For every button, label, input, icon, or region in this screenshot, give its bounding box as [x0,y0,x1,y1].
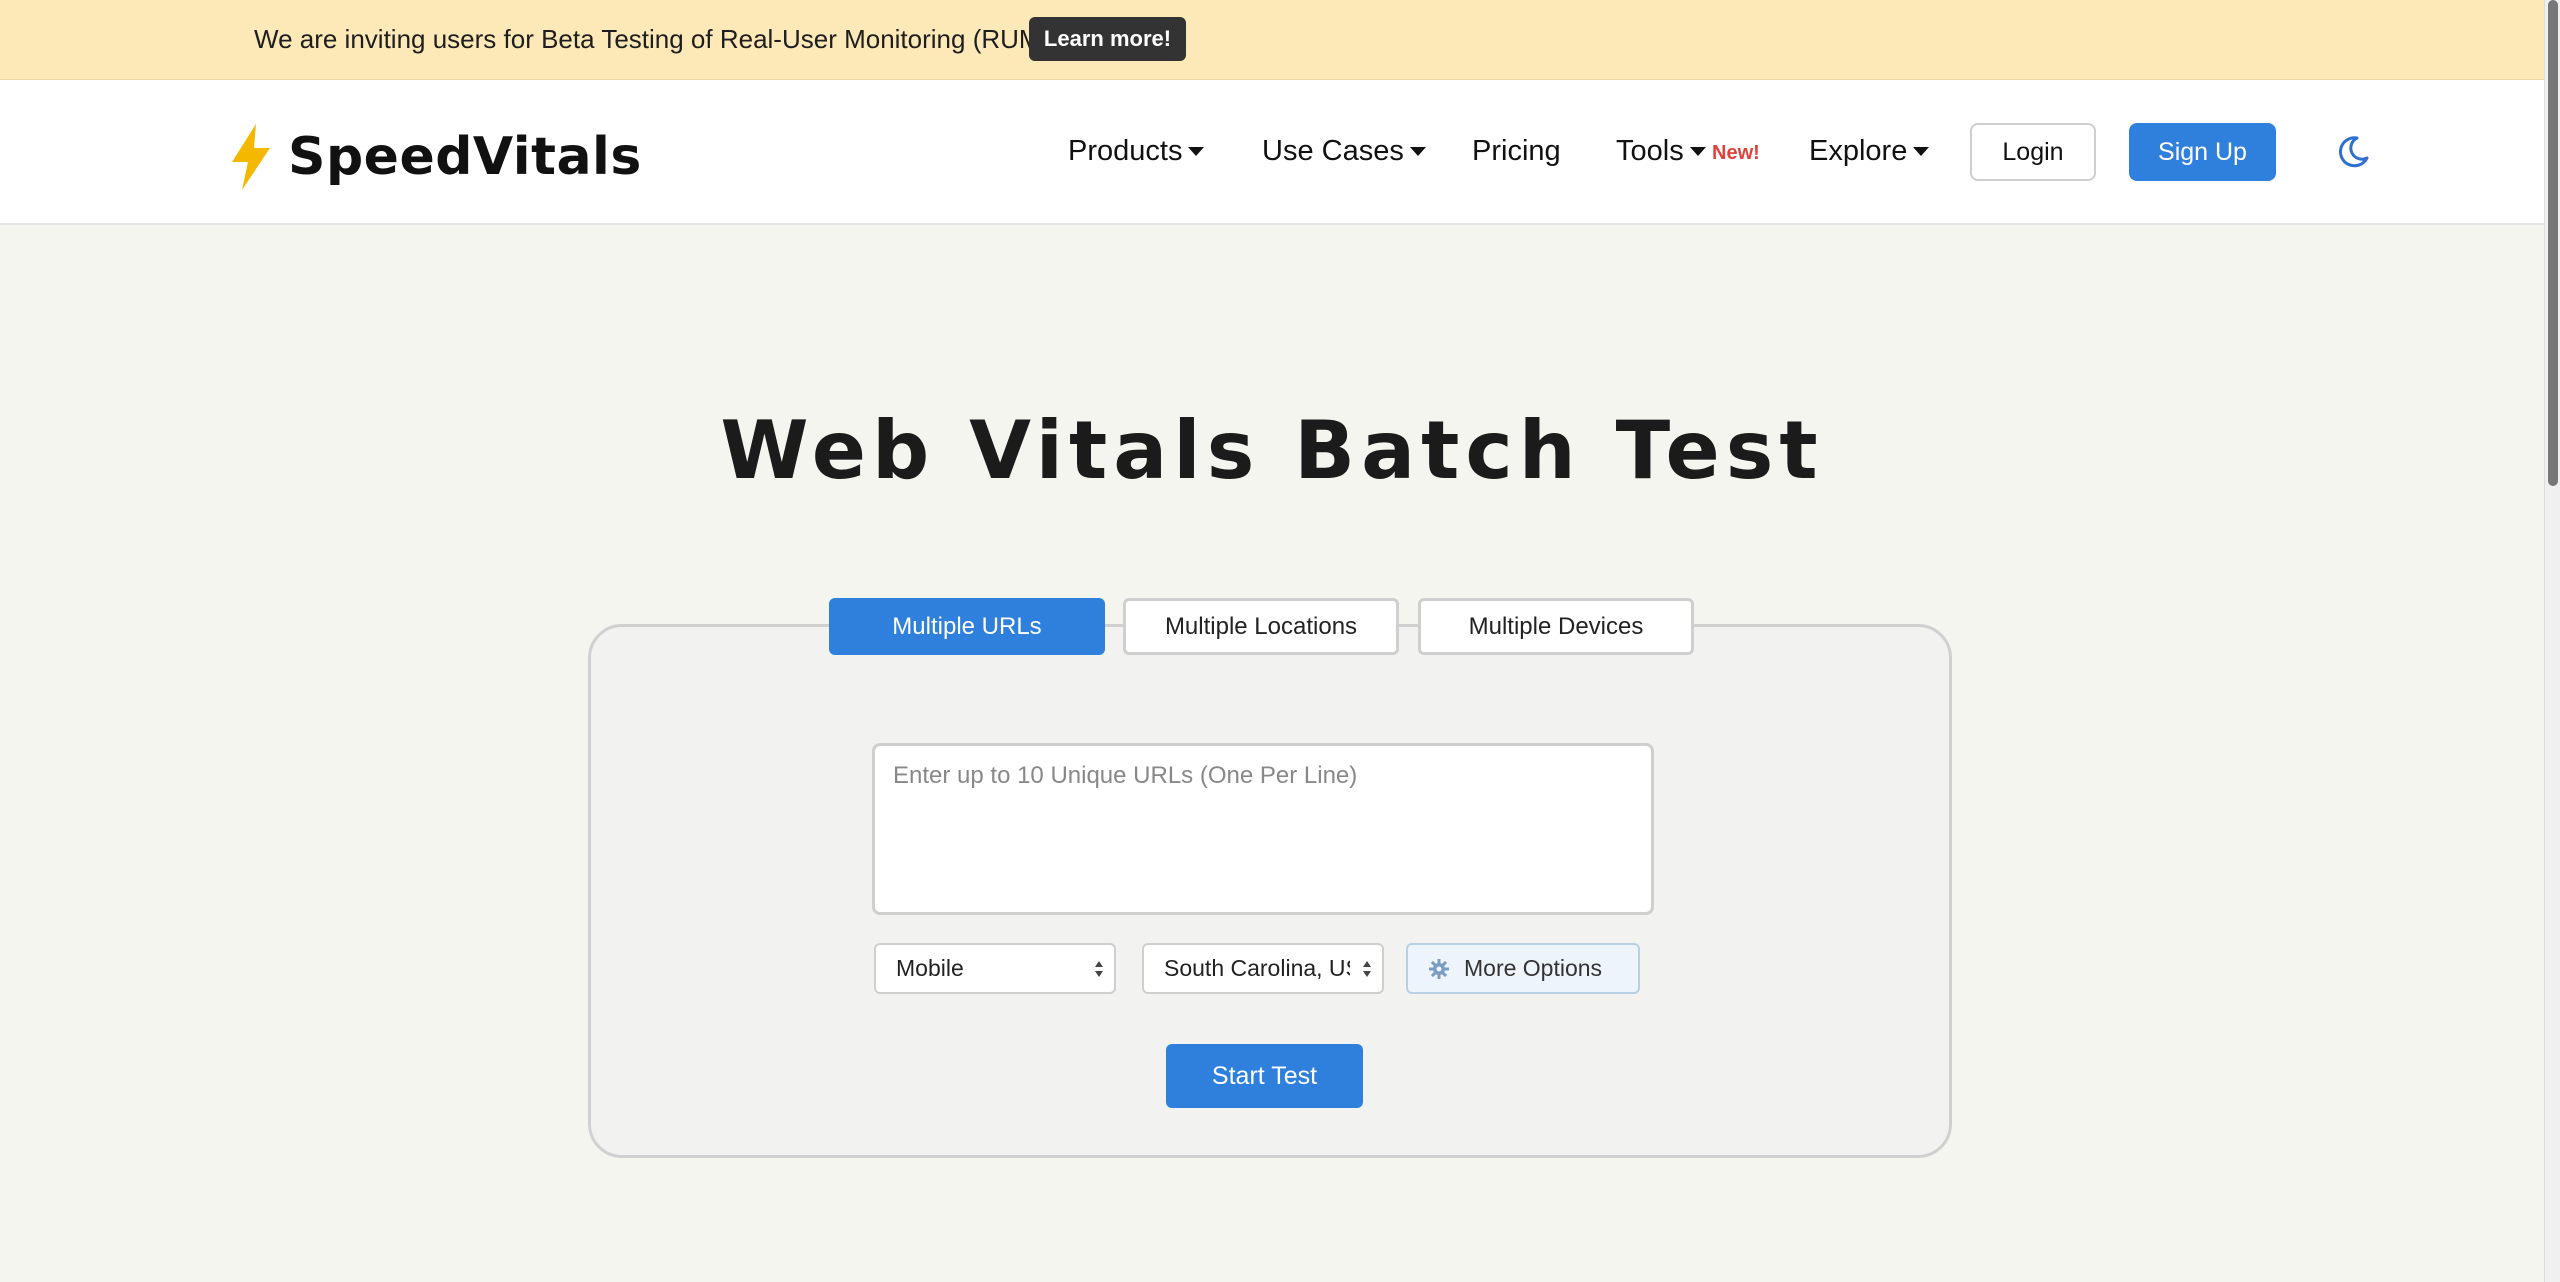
moon-icon[interactable] [2335,134,2371,170]
gear-icon [1429,958,1449,979]
tab-multiple-devices[interactable]: Multiple Devices [1418,598,1694,655]
nav-use-cases[interactable]: Use Cases [1262,135,1426,168]
learn-more-button[interactable]: Learn more! [1029,17,1186,61]
logo[interactable]: SpeedVitals [228,124,642,190]
nav-products-label: Products [1068,135,1183,167]
page-scrollbar[interactable] [2544,0,2560,1282]
caret-down-icon [1188,147,1205,156]
caret-down-icon [1409,147,1426,156]
nav-explore[interactable]: Explore [1809,135,1930,168]
site-header: SpeedVitals Products Use Cases Pricing T… [0,80,2544,225]
login-button[interactable]: Login [1970,123,2096,181]
scrollbar-thumb[interactable] [2548,0,2558,486]
more-options-label: More Options [1464,955,1603,981]
nav-explore-label: Explore [1809,135,1908,167]
nav-tools[interactable]: Tools [1616,135,1706,168]
caret-down-icon [1913,147,1930,156]
announcement-bar: We are inviting users for Beta Testing o… [0,0,2544,80]
logo-text: SpeedVitals [288,127,642,187]
nav-tools-label: Tools [1616,135,1684,167]
nav-use-cases-label: Use Cases [1262,135,1404,167]
url-textarea[interactable]: Enter up to 10 Unique URLs (One Per Line… [872,743,1654,915]
signup-button[interactable]: Sign Up [2129,123,2276,181]
select-arrows-icon [1095,961,1103,977]
device-select[interactable]: Mobile [874,943,1116,994]
tab-multiple-urls[interactable]: Multiple URLs [829,598,1105,655]
caret-down-icon [1689,147,1706,156]
device-select-value: Mobile [896,955,964,981]
nav-pricing[interactable]: Pricing [1472,135,1561,168]
nav-products[interactable]: Products [1068,135,1205,168]
announcement-text: We are inviting users for Beta Testing o… [254,24,1050,54]
tab-multiple-locations[interactable]: Multiple Locations [1123,598,1399,655]
select-arrows-icon [1363,961,1371,977]
more-options-button[interactable]: More Options [1406,943,1640,994]
location-select-value: South Carolina, US [1164,955,1350,981]
location-select[interactable]: South Carolina, US [1142,943,1384,994]
start-test-button[interactable]: Start Test [1166,1044,1363,1108]
page-title: Web Vitals Batch Test [720,404,1824,497]
bolt-icon [232,124,270,190]
new-badge: New! [1712,142,1760,164]
nav-pricing-label: Pricing [1472,135,1561,167]
